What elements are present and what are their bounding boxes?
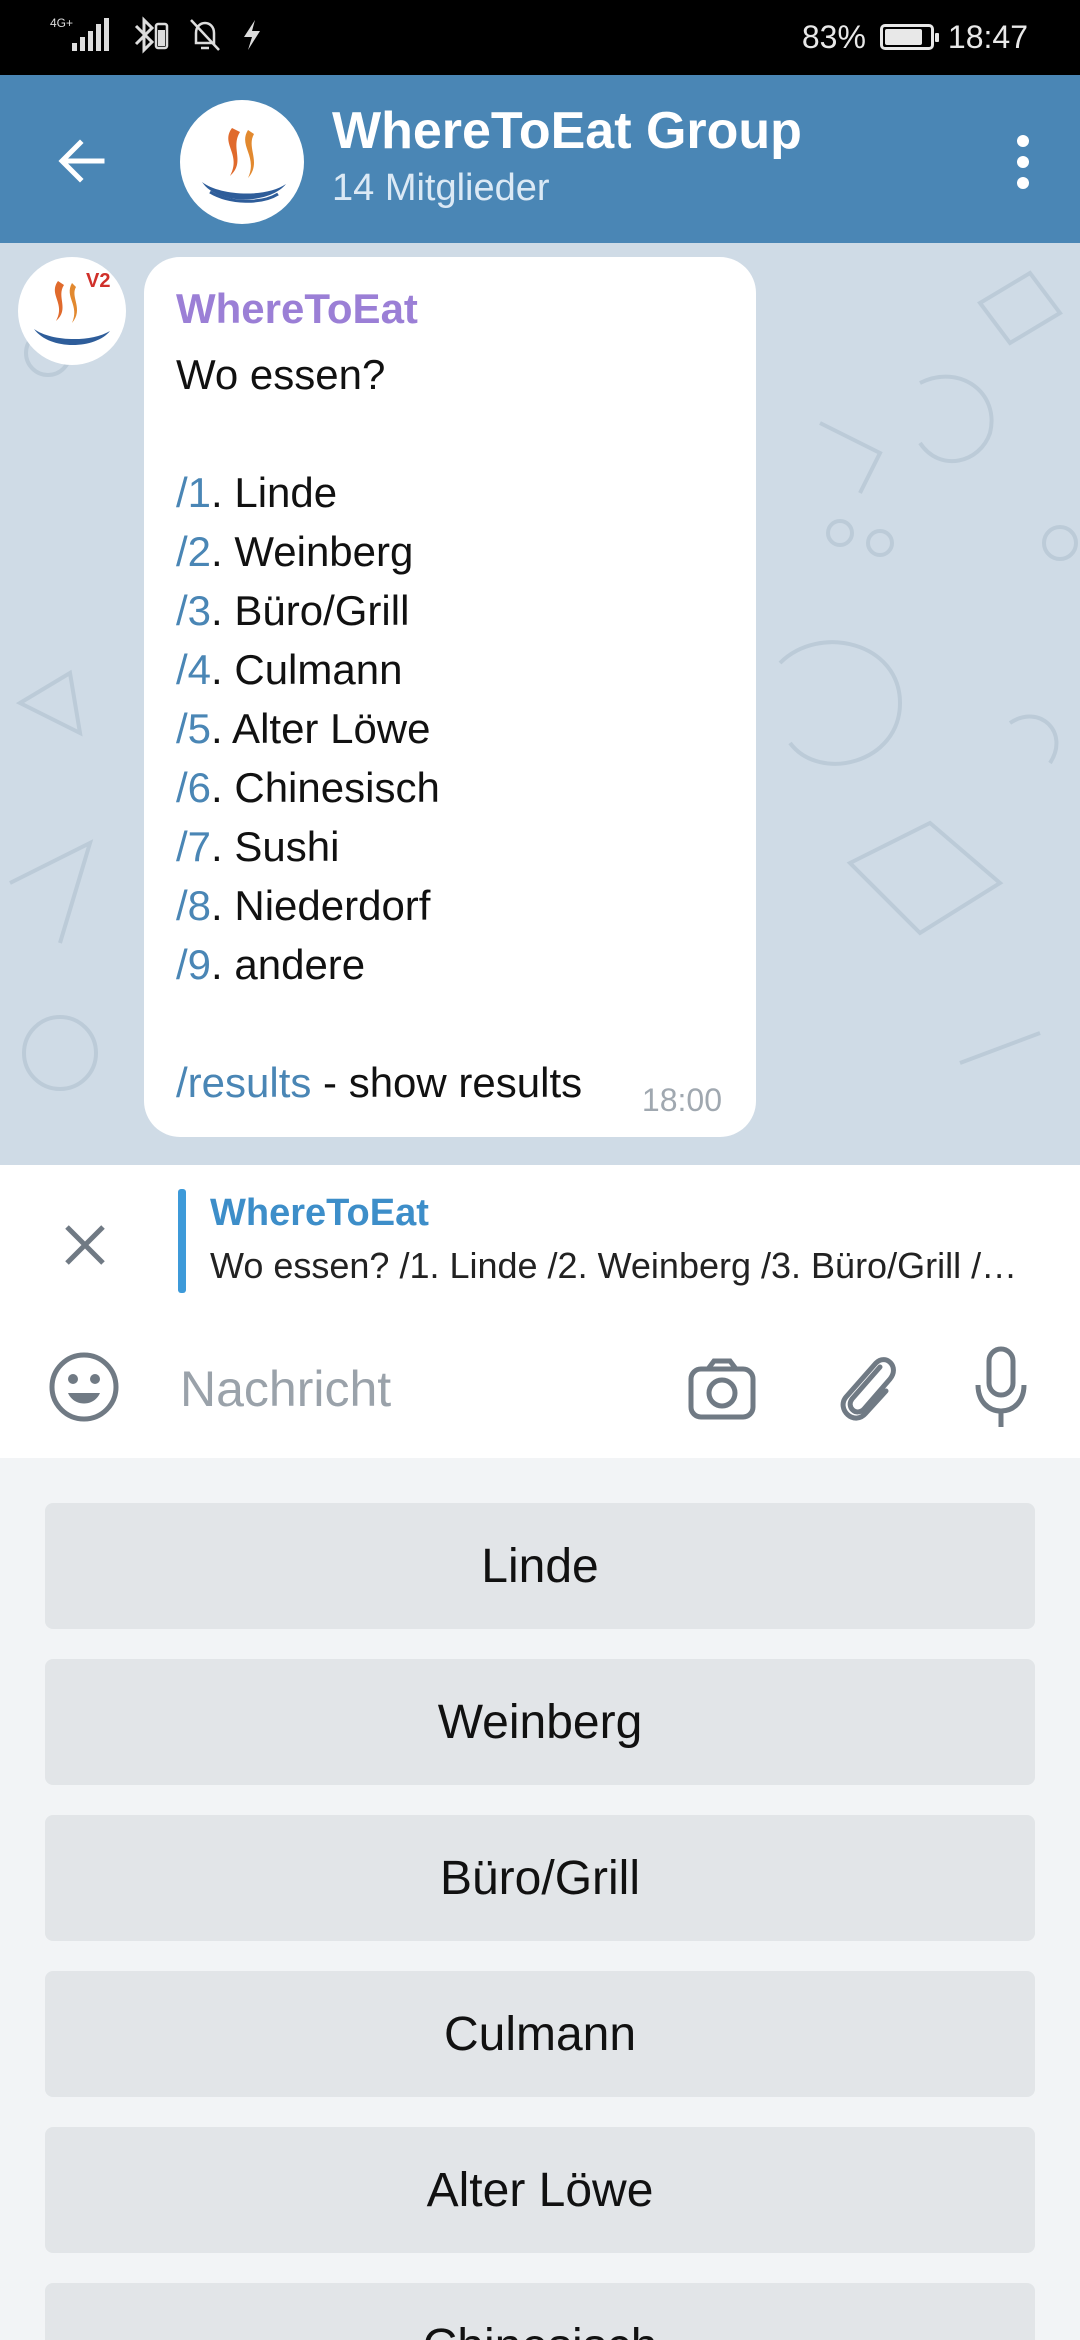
bot-logo-icon: V2: [34, 270, 110, 345]
results-text: - show results: [311, 1059, 583, 1106]
option-line: /2. Weinberg: [176, 522, 582, 581]
reply-accent-line: [178, 1189, 186, 1293]
mic-icon: [975, 1346, 1027, 1427]
option-command-link[interactable]: /9: [176, 941, 211, 988]
emoji-icon: [49, 1352, 119, 1422]
status-icons-left: 4G+: [50, 14, 264, 60]
option-line: /4. Culmann: [176, 640, 582, 699]
message-sender[interactable]: WhereToEat: [176, 285, 418, 333]
option-label: . Culmann: [211, 646, 403, 693]
signal-icon: 4G+: [50, 15, 112, 60]
back-button[interactable]: [50, 128, 116, 194]
option-label: . Büro/Grill: [211, 587, 410, 634]
status-bar: 4G+ 83% 18:47: [0, 0, 1080, 75]
avatar-badge: V2: [86, 270, 110, 292]
option-label: . Chinesisch: [211, 764, 440, 811]
group-title[interactable]: WhereToEat Group: [332, 101, 802, 161]
battery-fill: [884, 29, 922, 45]
more-button[interactable]: [1010, 129, 1036, 195]
chat-area[interactable]: V2 WhereToEat Wo essen? /1. Linde/2. Wei…: [0, 243, 1080, 1165]
more-vert-icon: [1017, 135, 1029, 189]
option-command-link[interactable]: /1: [176, 469, 211, 516]
option-line: /5. Alter Löwe: [176, 699, 582, 758]
reply-preview: Wo essen? /1. Linde /2. Weinberg /3. Bür…: [210, 1245, 1030, 1286]
option-command-link[interactable]: /6: [176, 764, 211, 811]
option-line: /1. Linde: [176, 463, 582, 522]
bluetooth-icon: [130, 15, 170, 59]
status-icons-right: 83% 18:47: [802, 14, 1028, 60]
option-list: /1. Linde/2. Weinberg/3. Büro/Grill/4. C…: [176, 463, 582, 994]
attach-icon: [840, 1357, 896, 1421]
message-question: Wo essen?: [176, 351, 386, 398]
flame-logo-icon: [202, 128, 286, 203]
camera-icon: [688, 1358, 756, 1420]
option-command-link[interactable]: /5: [176, 705, 211, 752]
reply-sender: WhereToEat: [210, 1192, 429, 1234]
battery-icon: [879, 24, 939, 50]
option-line: /6. Chinesisch: [176, 758, 582, 817]
message-input[interactable]: [180, 1353, 640, 1425]
keyboard-button[interactable]: Alter Löwe: [45, 2127, 1035, 2253]
svg-text:4G+: 4G+: [50, 16, 73, 30]
option-label: . Linde: [211, 469, 338, 516]
option-line: /9. andere: [176, 935, 582, 994]
charging-icon: [240, 18, 264, 57]
option-label: . Alter Löwe: [211, 705, 431, 752]
option-label: . andere: [211, 941, 366, 988]
camera-button[interactable]: [686, 1353, 758, 1425]
option-command-link[interactable]: /2: [176, 528, 211, 575]
option-label: . Sushi: [211, 823, 340, 870]
battery-percent: 83%: [801, 18, 866, 55]
member-count: 14 Mitglieder: [332, 167, 550, 209]
group-avatar[interactable]: [180, 100, 304, 224]
message-text: Wo essen? /1. Linde/2. Weinberg/3. Büro/…: [176, 345, 582, 1112]
keyboard-button[interactable]: Culmann: [45, 1971, 1035, 2097]
option-command-link[interactable]: /4: [176, 646, 211, 693]
results-command-link[interactable]: /results: [176, 1059, 311, 1106]
reply-bar: WhereToEat Wo essen? /1. Linde /2. Weinb…: [0, 1165, 1080, 1323]
option-line: /7. Sushi: [176, 817, 582, 876]
keyboard-button[interactable]: Büro/Grill: [45, 1815, 1035, 1941]
message-time: 18:00: [641, 1082, 722, 1118]
option-command-link[interactable]: /3: [176, 587, 211, 634]
bot-keyboard: Linde Weinberg Büro/Grill Culmann Alter Löwe…: [0, 1458, 1080, 2340]
bot-avatar[interactable]: V2: [18, 257, 126, 365]
attach-button[interactable]: [830, 1347, 902, 1427]
option-command-link[interactable]: /8: [176, 882, 211, 929]
keyboard-button[interactable]: Linde: [45, 1503, 1035, 1629]
composer: [0, 1323, 1080, 1458]
voice-button[interactable]: [968, 1345, 1034, 1431]
message-bubble[interactable]: WhereToEat Wo essen? /1. Linde/2. Weinbe…: [144, 257, 756, 1137]
clock: 18:47: [947, 18, 1028, 55]
option-command-link[interactable]: /7: [176, 823, 211, 870]
keyboard-button[interactable]: Chinesisch: [45, 2283, 1035, 2340]
emoji-button[interactable]: [46, 1349, 122, 1425]
close-icon: [65, 1225, 105, 1265]
back-arrow-icon: [58, 139, 105, 183]
chat-header: WhereToEat Group 14 Mitglieder: [0, 75, 1080, 243]
results-line: /results - show results: [176, 1053, 582, 1112]
keyboard-button[interactable]: Weinberg: [45, 1659, 1035, 1785]
close-reply-button[interactable]: [55, 1215, 115, 1275]
option-line: /3. Büro/Grill: [176, 581, 582, 640]
option-label: . Niederdorf: [211, 882, 431, 929]
mute-icon: [188, 17, 222, 58]
option-label: . Weinberg: [211, 528, 414, 575]
option-line: /8. Niederdorf: [176, 876, 582, 935]
